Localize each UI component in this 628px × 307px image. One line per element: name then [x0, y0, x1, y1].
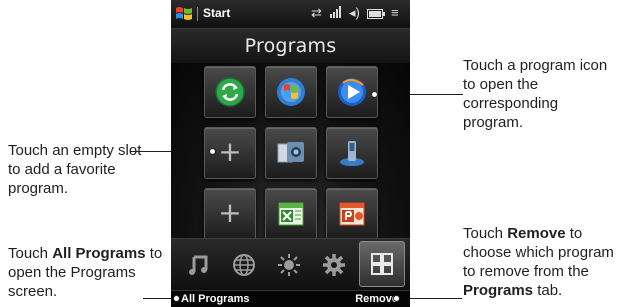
add-program-icon: +: [218, 196, 242, 229]
remove-callout-pre: Touch: [463, 225, 508, 242]
music-tab-icon: [189, 255, 208, 275]
internet-explorer-icon: [277, 78, 305, 106]
all-programs-callout: Touch All Programs to open the Programs …: [8, 244, 178, 301]
program-icon-leader-dot: [371, 91, 378, 98]
empty-slot-callout-text: Touch an empty slot to add a favorite pr…: [8, 142, 142, 197]
tab-music[interactable]: [179, 245, 219, 285]
weather-tab-icon: [278, 254, 300, 276]
battery-icon[interactable]: [367, 8, 385, 20]
remove-callout-post: tab.: [533, 282, 563, 299]
program-tile-excel-mobile[interactable]: [265, 188, 317, 240]
all-programs-softkey[interactable]: All Programs: [181, 293, 249, 305]
excel-mobile-icon: [278, 202, 304, 226]
menu-icon[interactable]: ≡: [391, 5, 399, 21]
empty-slot-callout: Touch an empty slot to add a favorite pr…: [8, 141, 143, 198]
softkey-bar: All Programs Remove: [171, 290, 410, 307]
program-tile-comm-manager[interactable]: [326, 127, 378, 179]
remove-softkey[interactable]: Remove: [355, 293, 398, 305]
phone-screen: Start ⇄ ◂) ≡ Programs + + All Programs R…: [171, 0, 410, 307]
status-separator: [197, 7, 198, 21]
all-programs-leader-dot: [173, 295, 180, 302]
program-tile-camera-album[interactable]: [265, 127, 317, 179]
remove-callout: Touch Remove to choose which program to …: [463, 224, 628, 300]
media-player-icon: [338, 78, 366, 106]
empty-slot-tile[interactable]: +: [204, 188, 256, 240]
internet-tab-icon: [233, 254, 255, 276]
status-bar: Start ⇄ ◂) ≡: [171, 0, 410, 29]
volume-icon[interactable]: ◂): [349, 5, 360, 21]
tab-programs[interactable]: [359, 241, 405, 287]
tab-internet[interactable]: [224, 245, 264, 285]
all-programs-callout-bold: All Programs: [52, 245, 146, 262]
programs-tab-icon: [371, 253, 393, 275]
comm-manager-icon: [340, 141, 364, 166]
camera-album-icon: [277, 142, 304, 163]
program-icon-callout: Touch a program icon to open the corresp…: [463, 56, 613, 132]
all-programs-callout-pre: Touch: [8, 245, 53, 262]
program-tile-sync[interactable]: [204, 66, 256, 118]
remove-leader-dot: [393, 295, 400, 302]
program-tile-internet-explorer[interactable]: [265, 66, 317, 118]
program-tile-powerpoint-mobile[interactable]: [326, 188, 378, 240]
program-icon-callout-text: Touch a program icon to open the corresp…: [463, 57, 608, 131]
sync-icon: [215, 77, 245, 107]
remove-callout-bold2: Programs: [463, 282, 534, 299]
tab-bar: [171, 238, 410, 291]
page-title: Programs: [244, 35, 337, 57]
connectivity-icon[interactable]: ⇄: [311, 5, 322, 21]
windows-start-icon[interactable]: [175, 5, 193, 23]
start-label[interactable]: Start: [203, 6, 230, 20]
signal-icon[interactable]: [329, 5, 343, 19]
tab-weather[interactable]: [269, 245, 309, 285]
tab-settings[interactable]: [314, 245, 354, 285]
settings-tab-icon: [323, 254, 345, 276]
powerpoint-mobile-icon: [339, 202, 365, 226]
title-area: Programs: [171, 29, 410, 63]
empty-slot-leader-dot: [209, 148, 216, 155]
remove-callout-bold: Remove: [507, 225, 566, 242]
program-tile-media-player[interactable]: [326, 66, 378, 118]
